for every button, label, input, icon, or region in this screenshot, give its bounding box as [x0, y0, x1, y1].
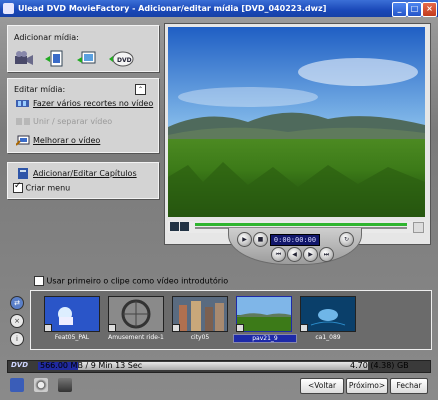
- clip-name: Amusement ride-1: [108, 334, 164, 341]
- preferences-icon[interactable]: [34, 378, 48, 392]
- timecode-display[interactable]: 0:00:00:00: [270, 234, 320, 246]
- app-icon: [3, 3, 14, 14]
- print-icon[interactable]: [58, 378, 72, 392]
- chapters-panel: Adicionar/Editar Capítulos Criar menu: [7, 162, 159, 199]
- clip-strip: Feat05_PAL Amusement ride-1 city05 pav21…: [30, 290, 432, 350]
- create-menu-label: Criar menu: [25, 183, 71, 193]
- multi-trim-label: Fazer vários recortes no vídeo: [33, 99, 154, 108]
- stop-icon[interactable]: ■: [253, 232, 268, 247]
- project-settings-icon[interactable]: [10, 378, 24, 392]
- create-menu-checkbox[interactable]: [13, 181, 23, 193]
- enhance-video-label: Melhorar o vídeo: [33, 136, 101, 145]
- edit-media-heading: Editar mídia:: [14, 85, 66, 94]
- swap-icon[interactable]: ⇄: [10, 296, 24, 310]
- preview-video: [168, 27, 425, 217]
- close-button[interactable]: Fechar: [390, 378, 428, 394]
- chapters-label: Adicionar/Editar Capítulos: [33, 169, 137, 178]
- clip-item[interactable]: Feat05_PAL: [41, 294, 103, 346]
- add-media-panel: Adicionar mídia: DVD: [7, 25, 159, 72]
- play-icon[interactable]: ▶: [237, 232, 252, 247]
- clip-name: ca1_089: [315, 334, 341, 341]
- window-title: Ulead DVD MovieFactory - Adicionar/edita…: [18, 4, 327, 13]
- edit-media-panel: Editar mídia: ⌃ Fazer vários recortes no…: [7, 78, 159, 153]
- clip-item-selected[interactable]: pav21_9: [233, 294, 297, 346]
- import-dvd-icon[interactable]: DVD: [108, 50, 134, 68]
- clip-name: city05: [190, 334, 210, 341]
- clip-thumbnail: [108, 296, 164, 332]
- previous-frame-icon[interactable]: ◀: [287, 247, 302, 262]
- multi-trim-item[interactable]: Fazer vários recortes no vídeo: [16, 98, 153, 112]
- add-media-heading: Adicionar mídia:: [14, 33, 79, 42]
- clip-number: [236, 324, 244, 332]
- clip-number: [300, 324, 308, 332]
- create-menu-row[interactable]: Criar menu: [13, 181, 71, 197]
- trim-range: [195, 223, 407, 226]
- next-frame-icon[interactable]: ▶: [303, 247, 318, 262]
- clip-thumbnail: [236, 296, 292, 332]
- join-split-icon: [16, 118, 30, 125]
- collapse-button[interactable]: ⌃: [135, 84, 146, 95]
- info-icon[interactable]: i: [10, 332, 24, 346]
- dvd-logo: DVD: [11, 361, 29, 369]
- intro-option-row[interactable]: Usar primeiro o clipe como vídeo introdu…: [34, 276, 228, 286]
- capacity-used-label: 566.00 MB / 9 Min 13 Sec: [40, 361, 143, 370]
- multi-trim-icon: [16, 100, 29, 107]
- clip-number: [108, 324, 116, 332]
- clip-item[interactable]: city05: [169, 294, 231, 346]
- clip-thumbnail: [300, 296, 356, 332]
- capture-video-icon[interactable]: [12, 50, 34, 68]
- clip-number: [172, 324, 180, 332]
- end-icon[interactable]: ⏭: [319, 247, 334, 262]
- home-icon[interactable]: ⏮: [271, 247, 286, 262]
- intro-option-label: Usar primeiro o clipe como vídeo introdu…: [46, 276, 229, 286]
- svg-text:DVD: DVD: [117, 57, 132, 64]
- minimize-button[interactable]: _: [392, 2, 407, 17]
- join-split-item[interactable]: Unir / separar vídeo: [16, 116, 112, 130]
- trim-start-icon[interactable]: [170, 222, 179, 231]
- enhance-video-item[interactable]: Melhorar o vídeo: [16, 135, 100, 149]
- trim-end-icon[interactable]: [180, 222, 189, 231]
- next-button[interactable]: Próximo>: [346, 378, 388, 394]
- clip-name: pav21_9: [233, 334, 297, 343]
- join-split-label: Unir / separar vídeo: [33, 117, 113, 126]
- chapters-item[interactable]: Adicionar/Editar Capítulos: [16, 168, 137, 182]
- close-window-button[interactable]: ×: [422, 2, 437, 17]
- insert-video-file-icon[interactable]: [44, 50, 66, 68]
- clip-item[interactable]: ca1_089: [297, 294, 359, 346]
- clip-thumbnail: [172, 296, 228, 332]
- loop-icon[interactable]: ↻: [339, 232, 354, 247]
- clip-item[interactable]: Amusement ride-1: [105, 294, 167, 346]
- clip-number: [44, 324, 52, 332]
- insert-slideshow-icon[interactable]: [76, 50, 98, 68]
- clip-name: Feat05_PAL: [54, 334, 90, 341]
- clip-thumbnail: [44, 296, 100, 332]
- back-button[interactable]: <Voltar: [300, 378, 344, 394]
- capacity-total-label[interactable]: 4.70 (4.38) GB: [350, 361, 409, 370]
- title-bar: Ulead DVD MovieFactory - Adicionar/edita…: [0, 0, 438, 17]
- intro-checkbox[interactable]: [34, 276, 44, 286]
- enhance-video-icon: [16, 135, 30, 146]
- maximize-button[interactable]: □: [407, 2, 422, 17]
- expand-icon[interactable]: [413, 222, 424, 233]
- delete-icon[interactable]: ×: [10, 314, 24, 328]
- chapters-icon: [18, 168, 28, 179]
